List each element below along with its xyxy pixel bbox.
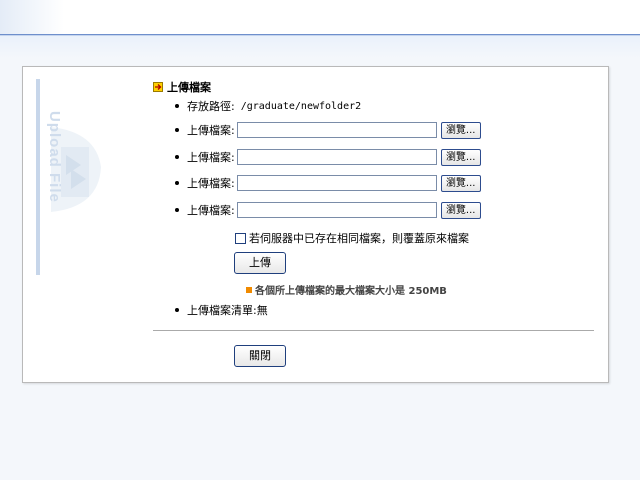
file-list-row: 上傳檔案清單: 無 xyxy=(175,302,268,318)
close-button[interactable]: 關閉 xyxy=(234,345,286,367)
path-row: 存放路徑: /graduate/newfolder2 xyxy=(175,98,361,114)
size-note-text: 各個所上傳檔案的最大檔案大小是 250MB xyxy=(255,286,447,297)
section-title: 上傳檔案 xyxy=(153,80,211,94)
browse-button-3[interactable]: 瀏覽... xyxy=(440,174,481,192)
bullet-icon xyxy=(175,128,179,132)
file-list-label: 上傳檔案清單: xyxy=(187,304,257,317)
toolbar-strip xyxy=(0,35,640,58)
note-square-icon xyxy=(246,286,252,293)
upload-label: 上傳檔案: xyxy=(187,204,235,217)
side-strip xyxy=(36,79,40,275)
upload-label: 上傳檔案: xyxy=(187,124,235,137)
top-banner xyxy=(0,0,640,35)
path-value: /graduate/newfolder2 xyxy=(240,100,362,112)
divider xyxy=(153,330,594,331)
upload-row-3: 上傳檔案: 瀏覽... xyxy=(175,174,481,192)
bullet-icon xyxy=(175,308,179,312)
upload-panel: Upload File 上傳檔案 存放路徑: /graduate/newfold… xyxy=(22,66,609,383)
file-input-3[interactable] xyxy=(236,175,437,191)
overwrite-label: 若伺服器中已存在相同檔案，則覆蓋原來檔案 xyxy=(249,232,469,245)
page-title: 上傳檔案 xyxy=(167,81,211,94)
upload-label: 上傳檔案: xyxy=(187,151,235,164)
browse-button-1[interactable]: 瀏覽... xyxy=(440,121,481,139)
upload-label: 上傳檔案: xyxy=(187,177,235,190)
file-input-2[interactable] xyxy=(236,149,437,165)
file-input-1[interactable] xyxy=(236,122,437,138)
upload-row-2: 上傳檔案: 瀏覽... xyxy=(175,148,481,166)
bullet-icon xyxy=(175,104,179,108)
overwrite-checkbox[interactable] xyxy=(235,232,246,244)
upload-row-4: 上傳檔案: 瀏覽... xyxy=(175,201,481,219)
browse-button-4[interactable]: 瀏覽... xyxy=(440,201,481,219)
bullet-icon xyxy=(175,155,179,159)
file-input-4[interactable] xyxy=(236,202,437,218)
arrow-right-icon xyxy=(153,82,163,92)
upload-button[interactable]: 上傳 xyxy=(234,252,286,274)
upload-file-side-label: Upload File xyxy=(46,111,63,203)
overwrite-option[interactable]: 若伺服器中已存在相同檔案，則覆蓋原來檔案 xyxy=(235,230,469,246)
file-list-value: 無 xyxy=(256,304,268,317)
upload-row-1: 上傳檔案: 瀏覽... xyxy=(175,121,481,139)
bullet-icon xyxy=(175,208,179,212)
bullet-icon xyxy=(175,181,179,185)
path-label: 存放路徑: xyxy=(187,100,235,113)
browse-button-2[interactable]: 瀏覽... xyxy=(440,148,481,166)
size-note: 各個所上傳檔案的最大檔案大小是 250MB xyxy=(246,282,447,297)
